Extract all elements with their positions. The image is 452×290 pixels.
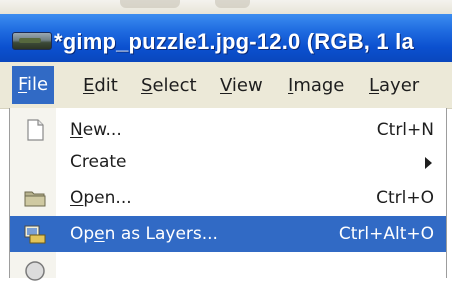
- menu-layer-mnemonic: L: [369, 75, 380, 96]
- background-blob: [120, 0, 180, 8]
- partial-item-icon: [24, 260, 46, 282]
- menu-edit[interactable]: Edit: [83, 71, 118, 101]
- menu-item-open-as-layers-label: Open as Layers...: [70, 216, 218, 252]
- submenu-arrow-icon: [425, 157, 432, 169]
- menu-view[interactable]: View: [220, 71, 263, 101]
- menu-file-label: ile: [27, 74, 49, 95]
- menu-item-partial[interactable]: [10, 254, 446, 290]
- menu-item-open-as-layers-text: n as Layers...: [104, 224, 218, 244]
- open-as-layers-icon: [24, 223, 46, 245]
- image-thumbnail-icon[interactable]: [12, 32, 52, 50]
- menu-bar: File Edit Select View Image Layer: [0, 62, 452, 109]
- menu-item-open-shortcut: Ctrl+O: [376, 188, 434, 208]
- menu-item-open-label: Open...: [70, 180, 132, 216]
- menu-item-new-text: ew...: [82, 120, 122, 140]
- menu-item-new[interactable]: New... Ctrl+N: [10, 112, 446, 148]
- menu-item-open-as-layers-prefix: Op: [70, 224, 95, 244]
- menu-item-open-text: pen...: [83, 188, 132, 208]
- menu-item-new-label: New...: [70, 112, 122, 148]
- menu-select-label: elect: [152, 75, 197, 96]
- new-document-icon: [24, 119, 46, 141]
- menu-item-open-as-layers[interactable]: Open as Layers... Ctrl+Alt+O: [10, 216, 446, 252]
- menu-item-create-label: Create: [70, 152, 127, 172]
- menu-item-create[interactable]: Create: [10, 144, 446, 180]
- menu-layer[interactable]: Layer: [369, 71, 419, 101]
- menu-edit-label: dit: [94, 75, 118, 96]
- menu-view-mnemonic: V: [220, 75, 232, 96]
- menu-edit-mnemonic: E: [83, 75, 95, 96]
- menu-item-open-mnemonic: O: [70, 188, 84, 208]
- menu-item-new-shortcut: Ctrl+N: [376, 120, 434, 140]
- menu-file-mnemonic: F: [18, 74, 28, 95]
- menu-item-new-mnemonic: N: [70, 120, 83, 140]
- window-title: *gimp_puzzle1.jpg-12.0 (RGB, 1 la: [54, 29, 414, 54]
- menu-item-open-as-layers-shortcut: Ctrl+Alt+O: [338, 224, 434, 244]
- background-blob: [215, 0, 250, 8]
- menu-view-label: iew: [231, 75, 263, 96]
- menu-image[interactable]: Image: [288, 71, 344, 101]
- menu-item-open[interactable]: Open... Ctrl+O: [10, 180, 446, 216]
- menu-select-mnemonic: S: [141, 75, 153, 96]
- menu-select[interactable]: Select: [141, 71, 197, 101]
- menu-item-open-as-layers-mnemonic: e: [94, 224, 105, 244]
- menu-file[interactable]: File: [12, 66, 55, 104]
- menu-image-label: mage: [293, 75, 345, 96]
- title-bar[interactable]: *gimp_puzzle1.jpg-12.0 (RGB, 1 la: [0, 14, 452, 62]
- background-window-strip: [0, 0, 452, 14]
- file-menu-dropdown: New... Ctrl+N Create Open... Ctrl+O Open…: [9, 108, 447, 281]
- folder-icon: [24, 187, 46, 209]
- menu-layer-label: ayer: [379, 75, 420, 96]
